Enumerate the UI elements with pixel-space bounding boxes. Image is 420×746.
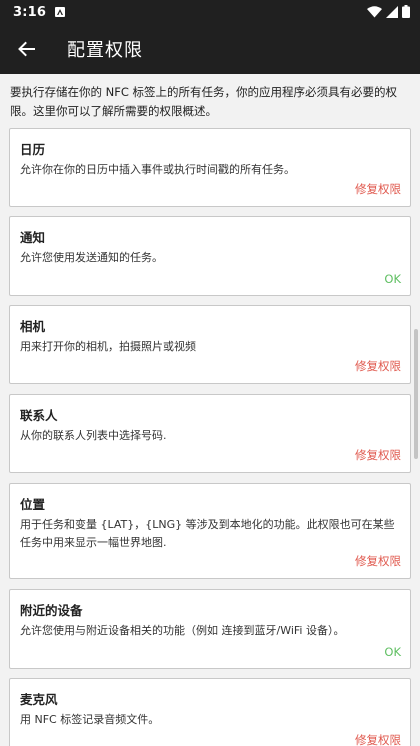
permission-description: 允许您使用与附近设备相关的功能（例如 连接到蓝牙/WiFi 设备）。 bbox=[20, 624, 345, 637]
permission-title: 联系人 bbox=[20, 408, 58, 423]
permission-description: 从你的联系人列表中选择号码. bbox=[20, 429, 167, 442]
permission-title: 位置 bbox=[20, 497, 46, 512]
page-title: 配置权限 bbox=[67, 40, 143, 61]
app-bar: 配置权限 bbox=[0, 24, 420, 74]
permission-card-notifications: 通知 允许您使用发送通知的任务。 OK bbox=[9, 216, 411, 296]
status-time: 3:16 bbox=[13, 4, 47, 20]
permission-card-camera: 相机 用来打开你的相机，拍摄照片或视频 修复权限 bbox=[9, 305, 411, 384]
permission-card-microphone: 麦克风 用 NFC 标签记录音频文件。 修复权限 bbox=[9, 678, 411, 746]
status-bar: 3:16 bbox=[0, 0, 420, 24]
notification-icon bbox=[55, 7, 66, 17]
fix-permission-button[interactable]: 修复权限 bbox=[355, 358, 401, 374]
ok-status: OK bbox=[384, 645, 401, 659]
signal-icon bbox=[386, 3, 398, 22]
scrollbar[interactable] bbox=[414, 329, 418, 459]
back-button[interactable] bbox=[0, 24, 52, 74]
permission-description: 用于任务和变量 {LAT}，{LNG} 等涉及到本地化的功能。此权限也可在某些任… bbox=[20, 518, 395, 549]
permission-description: 允许你在你的日历中插入事件或执行时间戳的所有任务。 bbox=[20, 163, 295, 176]
permission-card-calendar: 日历 允许你在你的日历中插入事件或执行时间戳的所有任务。 修复权限 bbox=[9, 128, 411, 207]
permission-description: 用来打开你的相机，拍摄照片或视频 bbox=[20, 340, 196, 353]
permission-title: 相机 bbox=[20, 319, 46, 334]
permission-description: 允许您使用发送通知的任务。 bbox=[20, 251, 163, 264]
permission-title: 麦克风 bbox=[20, 692, 58, 707]
permission-card-nearby-devices: 附近的设备 允许您使用与附近设备相关的功能（例如 连接到蓝牙/WiFi 设备）。… bbox=[9, 589, 411, 669]
permission-card-contacts: 联系人 从你的联系人列表中选择号码. 修复权限 bbox=[9, 394, 411, 473]
fix-permission-button[interactable]: 修复权限 bbox=[355, 181, 401, 197]
arrow-left-icon bbox=[18, 41, 35, 57]
permission-title: 日历 bbox=[20, 142, 46, 157]
fix-permission-button[interactable]: 修复权限 bbox=[355, 732, 401, 746]
permission-description: 用 NFC 标签记录音频文件。 bbox=[20, 713, 160, 726]
wifi-icon bbox=[367, 3, 382, 22]
fix-permission-button[interactable]: 修复权限 bbox=[355, 447, 401, 463]
permission-title: 附近的设备 bbox=[20, 603, 83, 618]
ok-status: OK bbox=[384, 272, 401, 286]
fix-permission-button[interactable]: 修复权限 bbox=[355, 553, 401, 569]
intro-text: 要执行存储在你的 NFC 标签上的所有任务，你的应用程序必须具有必要的权限。这里… bbox=[10, 85, 398, 118]
permission-card-location: 位置 用于任务和变量 {LAT}，{LNG} 等涉及到本地化的功能。此权限也可在… bbox=[9, 483, 411, 579]
permissions-list[interactable]: 要执行存储在你的 NFC 标签上的所有任务，你的应用程序必须具有必要的权限。这里… bbox=[0, 74, 420, 746]
battery-icon bbox=[402, 3, 410, 22]
permission-title: 通知 bbox=[20, 230, 46, 245]
